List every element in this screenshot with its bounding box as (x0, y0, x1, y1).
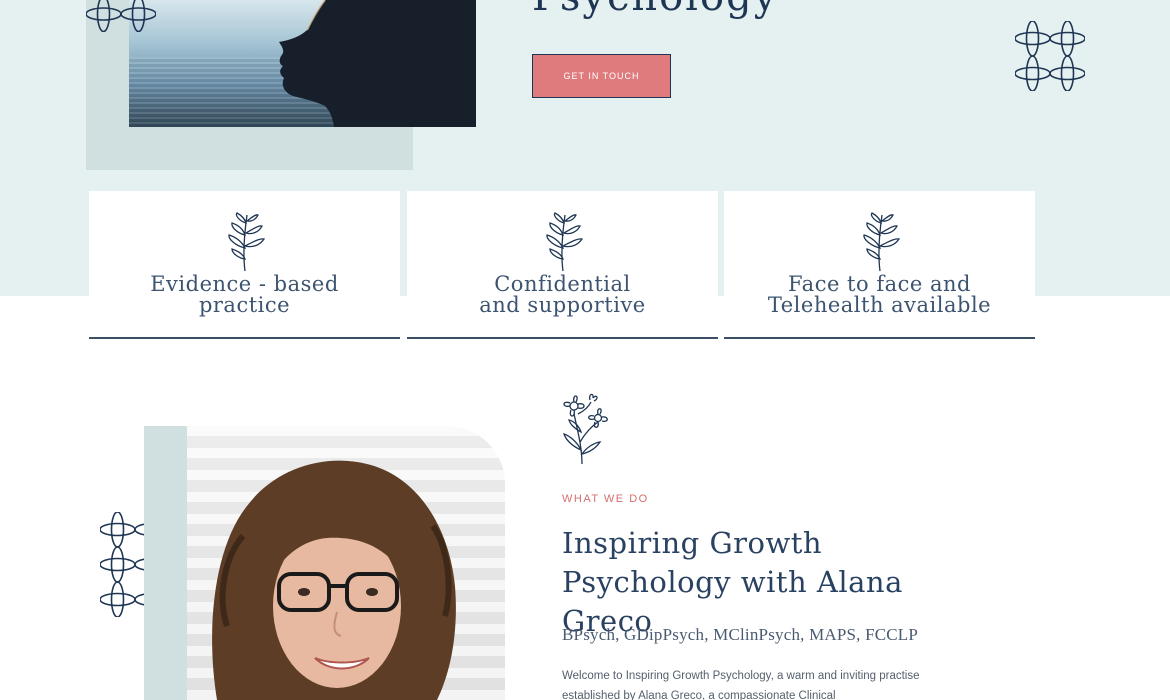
feature-card-text: Face to face and Telehealth available (724, 274, 1035, 316)
petal-pattern-icon (86, 0, 156, 32)
leaf-sprig-icon (545, 212, 583, 272)
portrait-figure (212, 460, 456, 700)
intro-paragraph: Welcome to Inspiring Growth Psychology, … (562, 670, 920, 700)
feature-card-line: Confidential (494, 272, 631, 296)
leaf-sprig-icon (862, 212, 900, 272)
feature-card-line: practice (198, 293, 291, 317)
portrait-photo (187, 426, 505, 700)
feature-card-text: Evidence - based practice (89, 274, 400, 316)
feature-card-line: Face to face and (788, 272, 971, 296)
hero-image-silhouette (279, 0, 476, 127)
feature-card-evidence: Evidence - based practice (89, 191, 400, 339)
section-eyebrow: WHAT WE DO (562, 493, 649, 505)
hero-title: Psychology (532, 0, 778, 20)
feature-card-line: Evidence - based (150, 272, 339, 296)
feature-card-telehealth: Face to face and Telehealth available (724, 191, 1035, 339)
feature-card-line: and supportive (479, 293, 646, 317)
feature-card-confidential: Confidential and supportive (407, 191, 718, 339)
credentials: BPsych, GDipPsych, MClinPsych, MAPS, FCC… (562, 625, 919, 644)
feature-card-text: Confidential and supportive (407, 274, 718, 316)
about-title: Inspiring Growth Psychology with Alana G… (562, 526, 903, 638)
hero-image (129, 0, 476, 127)
get-in-touch-button[interactable]: GET IN TOUCH (532, 54, 671, 98)
petal-pattern-icon (1015, 21, 1085, 91)
flower-icon (562, 393, 608, 465)
feature-card-line: Telehealth available (767, 293, 992, 317)
leaf-sprig-icon (227, 212, 265, 272)
